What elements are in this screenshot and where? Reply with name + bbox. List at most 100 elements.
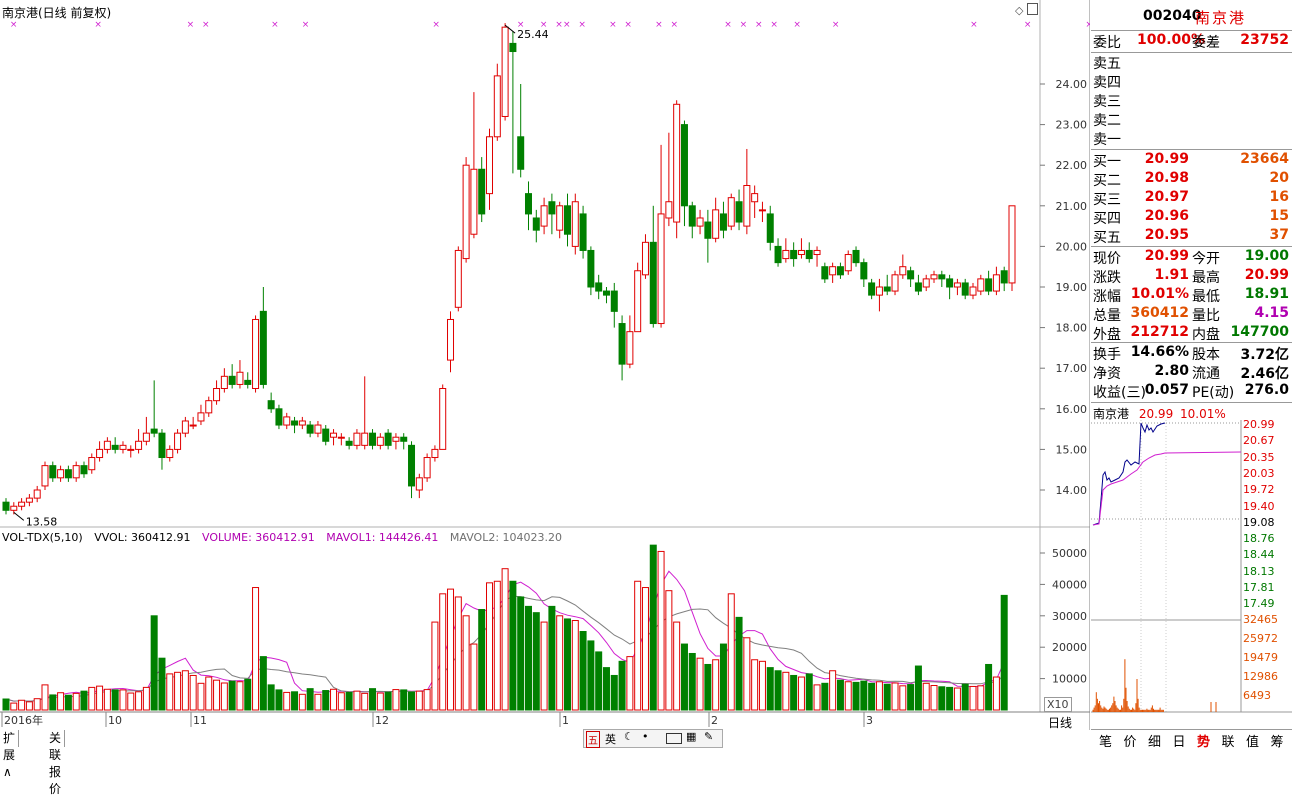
- volume-bar[interactable]: [41, 684, 49, 711]
- volume-bar[interactable]: [704, 663, 712, 711]
- volume-bar[interactable]: [946, 686, 954, 711]
- volume-bar[interactable]: [470, 643, 478, 711]
- volume-bar[interactable]: [314, 693, 322, 711]
- volume-bar[interactable]: [501, 568, 509, 711]
- volume-bar[interactable]: [524, 605, 532, 711]
- volume-bar[interactable]: [298, 693, 306, 711]
- volume-bar[interactable]: [805, 673, 813, 711]
- volume-bar[interactable]: [322, 690, 330, 711]
- volume-bar[interactable]: [361, 692, 369, 711]
- volume-bar[interactable]: [392, 689, 400, 711]
- volume-bar[interactable]: [797, 676, 805, 711]
- volume-bar[interactable]: [696, 657, 704, 711]
- volume-bar[interactable]: [447, 588, 455, 711]
- volume-bar[interactable]: [454, 596, 462, 711]
- candle[interactable]: [462, 157, 470, 263]
- volume-bar[interactable]: [899, 685, 907, 711]
- volume-bar[interactable]: [969, 685, 977, 711]
- volume-bar[interactable]: [758, 660, 766, 711]
- volume-bar[interactable]: [961, 683, 969, 711]
- right-tab-0[interactable]: 笔: [1099, 731, 1112, 750]
- volume-bar[interactable]: [883, 683, 891, 711]
- candle[interactable]: [891, 270, 899, 296]
- dot-icon[interactable]: •: [642, 730, 649, 743]
- volume-bar[interactable]: [111, 689, 119, 711]
- volume-bar[interactable]: [509, 580, 517, 711]
- volume-bar[interactable]: [992, 676, 1000, 711]
- main-chart[interactable]: 24.00 23.00 22.00 21.00 20.00 19.00 18.00 17.00…: [0, 0, 1090, 730]
- volume-bar[interactable]: [376, 692, 384, 711]
- volume-bar[interactable]: [548, 605, 556, 711]
- volume-bar[interactable]: [189, 674, 197, 711]
- candle[interactable]: [439, 384, 447, 450]
- volume-bar[interactable]: [345, 691, 353, 711]
- volume-bar[interactable]: [150, 615, 158, 711]
- volume-bar[interactable]: [236, 681, 244, 711]
- right-tab-1[interactable]: 价: [1124, 731, 1137, 750]
- volume-bar[interactable]: [158, 657, 166, 711]
- volume-bar[interactable]: [922, 682, 930, 711]
- volume-bar[interactable]: [306, 688, 314, 711]
- volume-bar[interactable]: [688, 652, 696, 711]
- volume-bar[interactable]: [462, 615, 470, 711]
- volume-bar[interactable]: [563, 618, 571, 711]
- volume-bar[interactable]: [127, 692, 135, 711]
- volume-bar[interactable]: [72, 692, 80, 711]
- volume-bar[interactable]: [166, 673, 174, 711]
- volume-bar[interactable]: [766, 667, 774, 711]
- volume-bar[interactable]: [25, 701, 33, 711]
- volume-bar[interactable]: [782, 671, 790, 711]
- volume-bar[interactable]: [813, 684, 821, 711]
- volume-bar[interactable]: [353, 690, 361, 711]
- volume-bar[interactable]: [244, 678, 252, 711]
- volume-bar[interactable]: [283, 691, 291, 711]
- volume-bar[interactable]: [220, 682, 228, 711]
- candle[interactable]: [844, 250, 852, 275]
- volume-bar[interactable]: [875, 681, 883, 711]
- volume-bar[interactable]: [49, 694, 57, 711]
- volume-bar[interactable]: [579, 631, 587, 711]
- volume-bar[interactable]: [88, 686, 96, 711]
- volume-bar[interactable]: [914, 665, 922, 711]
- volume-bar[interactable]: [649, 544, 657, 711]
- volume-bar[interactable]: [930, 685, 938, 711]
- volume-bar[interactable]: [618, 660, 626, 711]
- volume-bar[interactable]: [774, 670, 782, 711]
- tab-extend[interactable]: 扩展∧: [0, 730, 20, 779]
- volume-bar[interactable]: [891, 682, 899, 711]
- volume-bar[interactable]: [252, 587, 260, 711]
- candle[interactable]: [454, 246, 462, 312]
- volume-bar[interactable]: [431, 621, 439, 711]
- volume-bar[interactable]: [275, 689, 283, 711]
- volume-bar[interactable]: [486, 582, 494, 711]
- volume-bar[interactable]: [657, 550, 665, 711]
- volume-bar[interactable]: [907, 684, 915, 711]
- volume-bar[interactable]: [291, 691, 299, 711]
- volume-bar[interactable]: [228, 680, 236, 711]
- right-tab-3[interactable]: 日: [1173, 731, 1186, 750]
- volume-bar[interactable]: [369, 688, 377, 711]
- candle[interactable]: [673, 100, 681, 239]
- volume-bar[interactable]: [751, 659, 759, 711]
- volume-bar[interactable]: [400, 689, 408, 711]
- candle[interactable]: [501, 23, 509, 121]
- volume-bar[interactable]: [836, 679, 844, 711]
- volume-bar[interactable]: [135, 691, 143, 711]
- volume-bar[interactable]: [953, 687, 961, 711]
- volume-bar[interactable]: [80, 690, 88, 711]
- moon-icon[interactable]: ☾: [624, 730, 634, 743]
- candle[interactable]: [275, 404, 283, 430]
- volume-bar[interactable]: [977, 685, 985, 711]
- volume-bar[interactable]: [595, 651, 603, 711]
- volume-bar[interactable]: [64, 694, 72, 711]
- volume-bar[interactable]: [213, 679, 221, 711]
- ime-english-icon[interactable]: 英: [605, 731, 616, 747]
- volume-bar[interactable]: [641, 587, 649, 711]
- volume-bar[interactable]: [634, 580, 642, 711]
- volume-bar[interactable]: [2, 698, 10, 711]
- volume-bar[interactable]: [18, 699, 26, 711]
- volume-bar[interactable]: [103, 688, 111, 711]
- tab-related-quotes[interactable]: 关联报价: [46, 730, 66, 796]
- volume-bar[interactable]: [556, 615, 564, 711]
- volume-bar[interactable]: [938, 686, 946, 711]
